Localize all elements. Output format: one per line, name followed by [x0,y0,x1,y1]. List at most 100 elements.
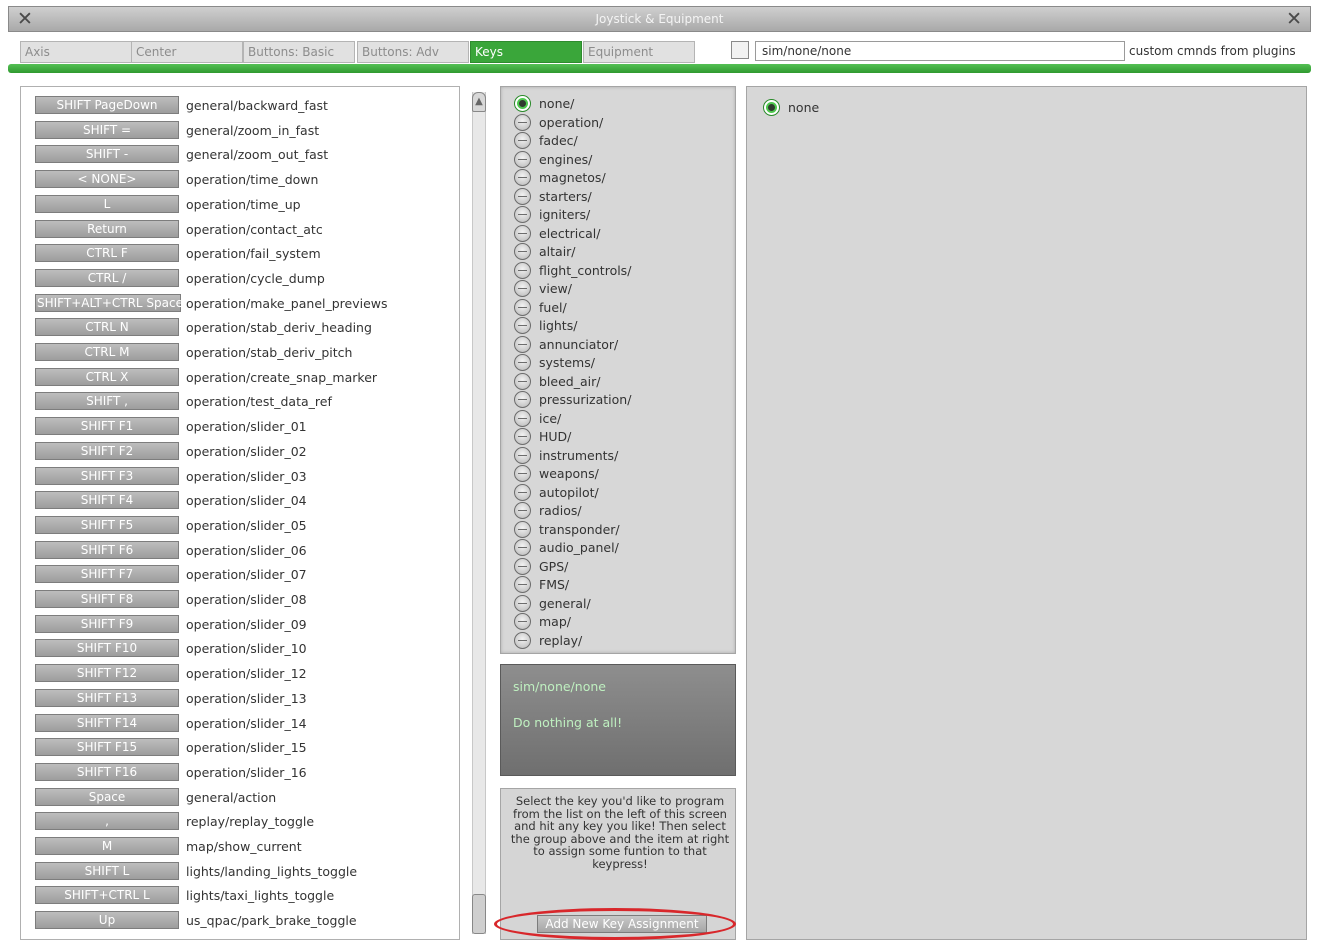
key-binding-button[interactable]: < NONE> [35,170,179,189]
radio-button-icon[interactable] [514,520,531,538]
key-row[interactable]: SHIFT , operation/test_data_ref [21,390,459,412]
plugin-filter-checkbox[interactable] [731,41,749,59]
radio-button-icon[interactable] [514,539,531,556]
radio-button-icon[interactable] [514,317,531,334]
key-row[interactable]: SHIFT PageDown general/backward_fast [21,94,459,116]
key-row[interactable]: SHIFT F16 operation/slider_16 [21,761,459,783]
radio-button-icon[interactable] [514,224,531,242]
radio-button-icon[interactable] [514,243,531,260]
key-row[interactable]: SHIFT F14 operation/slider_14 [21,712,459,734]
key-row[interactable]: CTRL F operation/fail_system [21,242,459,264]
key-binding-button[interactable]: SHIFT F3 [35,466,179,485]
key-row[interactable]: SHIFT F13 operation/slider_13 [21,687,459,709]
key-binding-button[interactable]: SHIFT F1 [35,417,179,436]
key-binding-button[interactable]: SHIFT F8 [35,590,179,608]
key-binding-button[interactable]: Return [35,219,179,238]
key-row[interactable]: , replay/replay_toggle [21,810,459,832]
key-row[interactable]: Space general/action [21,786,459,808]
radio-button-icon[interactable] [514,132,531,149]
command-search-input[interactable] [755,41,1125,61]
key-binding-button[interactable]: SHIFT F4 [35,491,179,510]
radio-button-icon[interactable] [514,187,531,205]
key-binding-button[interactable]: SHIFT F13 [35,688,179,707]
close-icon[interactable]: ✕ [1286,8,1302,30]
key-list-scrollbar[interactable] [472,92,486,934]
radio-button-icon[interactable] [514,335,531,353]
key-row[interactable]: Up us_qpac/park_brake_toggle [21,909,459,931]
key-binding-button[interactable]: CTRL N [35,318,179,337]
key-row[interactable]: SHIFT+ALT+CTRL Space operation/make_panel… [21,292,459,314]
key-binding-button[interactable]: SHIFT = [35,120,179,139]
radio-button-icon[interactable] [514,261,531,279]
key-binding-button[interactable]: , [35,812,179,831]
tab-keys[interactable]: Keys [470,41,582,63]
key-row[interactable]: SHIFT F12 operation/slider_12 [21,662,459,684]
key-binding-button[interactable]: SHIFT F12 [35,664,179,683]
radio-button-icon[interactable] [514,169,531,186]
key-row[interactable]: SHIFT F10 operation/slider_10 [21,637,459,659]
key-binding-button[interactable]: CTRL M [35,343,179,361]
radio-button-icon[interactable] [514,594,531,612]
radio-button-icon[interactable] [763,99,780,116]
scroll-up-icon[interactable]: ▲ [472,92,486,112]
key-row[interactable]: SHIFT+CTRL L lights/taxi_lights_toggle [21,884,459,906]
key-row[interactable]: SHIFT F8 operation/slider_08 [21,588,459,610]
key-row[interactable]: SHIFT F15 operation/slider_15 [21,736,459,758]
key-row[interactable]: Mmap/show_current [21,835,459,857]
key-binding-button[interactable]: M [35,837,179,855]
key-binding-button[interactable]: SHIFT F16 [35,762,179,781]
key-binding-button[interactable]: L [35,194,179,213]
key-row[interactable]: SHIFT F1 operation/slider_01 [21,415,459,437]
key-binding-button[interactable]: SHIFT F5 [35,515,179,534]
tab-buttons-basic[interactable]: Buttons: Basic [243,41,355,63]
key-row[interactable]: SHIFT F2 operation/slider_02 [21,440,459,462]
key-row[interactable]: Loperation/time_up [21,193,459,215]
tab-center[interactable]: Center [131,41,243,63]
key-row[interactable]: SHIFT F7 operation/slider_07 [21,563,459,585]
key-row[interactable]: SHIFT = general/zoom_in_fast [21,119,459,141]
key-binding-button[interactable]: SHIFT F2 [35,441,179,460]
radio-button-icon[interactable] [514,613,531,630]
radio-button-icon[interactable] [514,206,531,223]
key-row[interactable]: SHIFT L lights/landing_lights_toggle [21,860,459,882]
scrollbar-thumb[interactable] [472,894,486,934]
radio-button-icon[interactable] [514,280,531,297]
tab-equipment[interactable]: Equipment [583,41,695,63]
tab-buttons-adv[interactable]: Buttons: Adv [357,41,469,63]
radio-button-icon[interactable] [514,576,531,593]
radio-button-icon[interactable] [514,409,531,427]
key-row[interactable]: CTRL N operation/stab_deriv_heading [21,316,459,338]
key-binding-button[interactable]: SHIFT+ALT+CTRL Space [35,293,183,312]
radio-button-icon[interactable] [514,95,531,112]
key-row[interactable]: CTRL / operation/cycle_dump [21,267,459,289]
key-binding-button[interactable]: SHIFT L [35,861,179,880]
key-row[interactable]: SHIFT - general/zoom_out_fast [21,143,459,165]
radio-button-icon[interactable] [514,391,531,408]
key-binding-button[interactable]: SHIFT F6 [35,540,179,559]
key-row[interactable]: SHIFT F3 operation/slider_03 [21,465,459,487]
radio-button-icon[interactable] [514,465,531,482]
key-row[interactable]: SHIFT F9 operation/slider_09 [21,613,459,635]
key-binding-button[interactable]: Space [35,787,179,806]
radio-button-icon[interactable] [514,483,531,501]
radio-button-icon[interactable] [514,113,531,131]
key-binding-button[interactable]: Up [35,911,179,930]
radio-button-icon[interactable] [514,298,531,316]
key-row[interactable]: < NONE> operation/time_down [21,168,459,190]
key-binding-button[interactable]: SHIFT F14 [35,713,179,732]
radio-button-icon[interactable] [514,502,531,519]
radio-button-icon[interactable] [514,446,531,464]
key-row[interactable]: SHIFT F5 operation/slider_05 [21,514,459,536]
key-binding-button[interactable]: CTRL X [35,367,179,386]
key-binding-button[interactable]: SHIFT+CTRL L [35,886,179,905]
key-row[interactable]: CTRL X operation/create_snap_marker [21,366,459,388]
radio-button-icon[interactable] [514,557,531,575]
tab-axis[interactable]: Axis [20,41,132,63]
radio-button-icon[interactable] [514,150,531,168]
radio-button-icon[interactable] [514,428,531,445]
key-binding-button[interactable]: CTRL F [35,244,179,263]
radio-button-icon[interactable] [514,631,531,649]
key-binding-button[interactable]: SHIFT F7 [35,565,179,584]
key-binding-button[interactable]: SHIFT PageDown [35,96,179,114]
radio-button-icon[interactable] [514,372,531,390]
